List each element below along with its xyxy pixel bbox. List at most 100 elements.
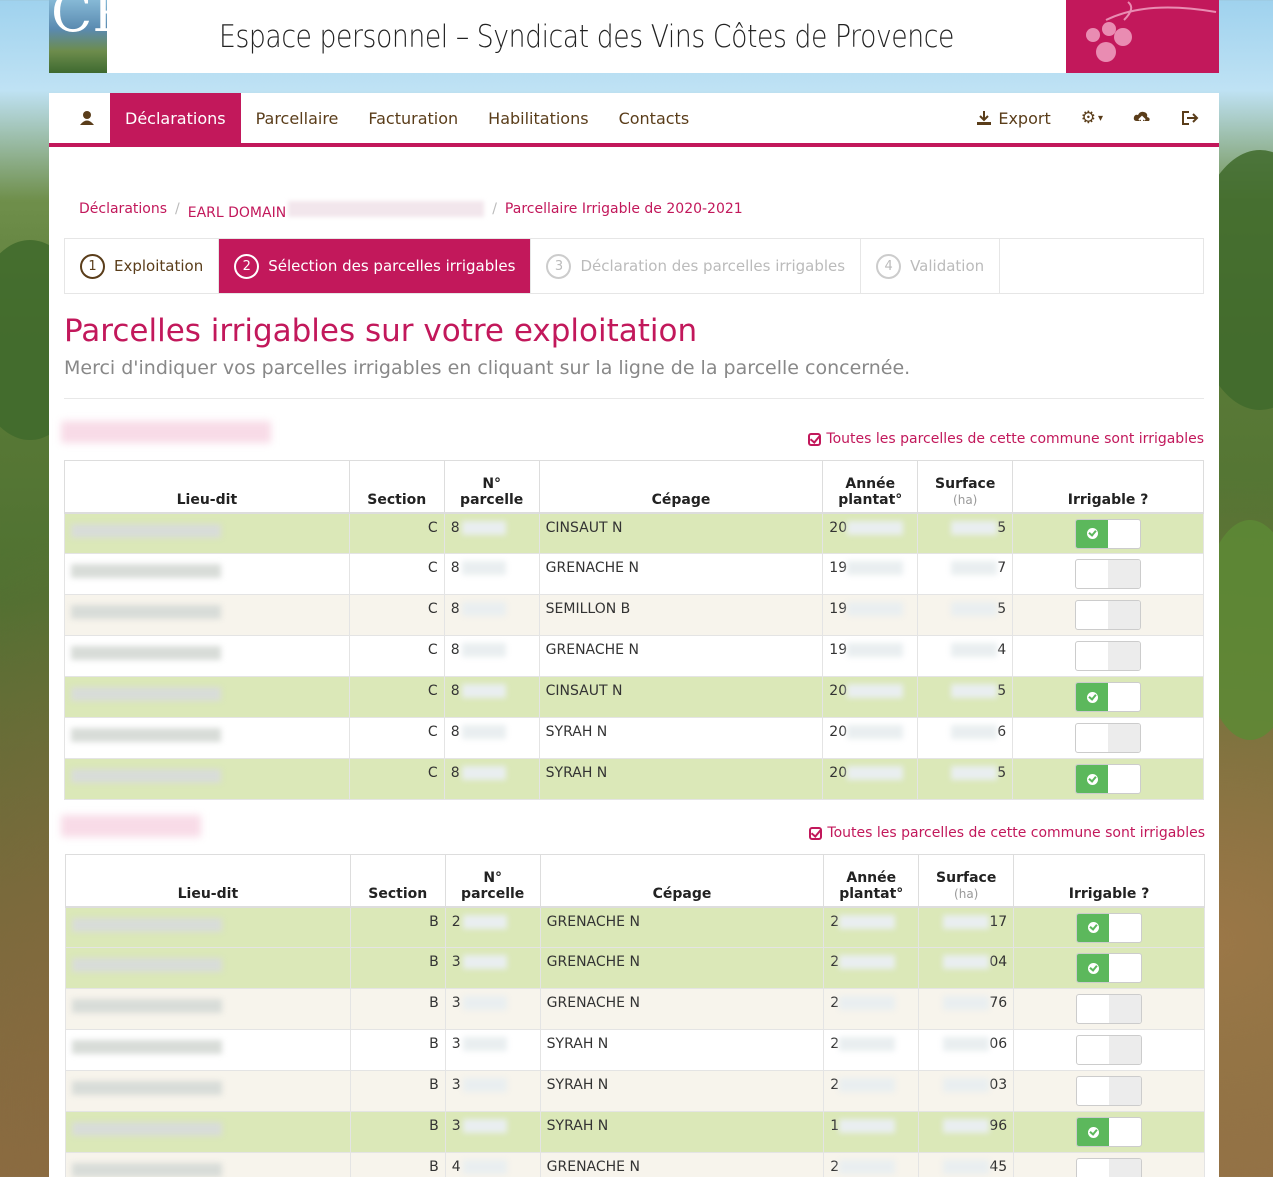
cell-parcelle: 8 bbox=[443, 553, 540, 595]
cell-cepage: CINSAUT N bbox=[538, 676, 824, 718]
cell-surface: 5 bbox=[917, 594, 1014, 636]
logout-button[interactable] bbox=[1166, 93, 1219, 143]
cell-irrigable bbox=[1013, 1111, 1205, 1153]
breadcrumb-current: Parcellaire Irrigable de 2020-2021 bbox=[504, 201, 743, 217]
site-logo[interactable]: CP bbox=[49, 0, 107, 73]
cell-section: B bbox=[349, 1070, 446, 1112]
cell-section: B bbox=[349, 1029, 446, 1071]
irrigable-toggle-on[interactable] bbox=[1075, 764, 1142, 794]
col-lieu-dit: Lieu-dit bbox=[65, 854, 351, 908]
col-section: Section bbox=[348, 460, 445, 514]
cell-irrigable bbox=[1012, 758, 1204, 800]
table-row[interactable]: B 3 SYRAH N 1 96 bbox=[65, 1111, 1205, 1153]
nav-declarations[interactable]: Déclarations bbox=[110, 93, 241, 143]
nav-profile[interactable] bbox=[64, 93, 110, 143]
cell-lieu-dit bbox=[65, 1029, 351, 1071]
irrigable-toggle-on[interactable] bbox=[1076, 953, 1143, 983]
cell-cepage: SYRAH N bbox=[539, 1070, 825, 1112]
cell-annee: 2 bbox=[823, 988, 920, 1030]
cell-section: C bbox=[348, 635, 445, 677]
cell-surface: 76 bbox=[918, 988, 1015, 1030]
table-row[interactable]: C 8 CINSAUT N 20 5 bbox=[64, 676, 1204, 718]
irrigable-toggle-off[interactable] bbox=[1076, 1035, 1143, 1065]
table-row[interactable]: B 4 GRENACHE N 2 45 bbox=[65, 1152, 1205, 1177]
upload-button[interactable] bbox=[1118, 93, 1166, 143]
irrigable-toggle-off[interactable] bbox=[1076, 1158, 1143, 1177]
cell-annee: 19 bbox=[822, 635, 919, 677]
cell-cepage: GRENACHE N bbox=[539, 988, 825, 1030]
step-declaration: 3 Déclaration des parcelles irrigables bbox=[531, 239, 862, 293]
caret-down-icon: ▾ bbox=[1097, 112, 1103, 124]
parcel-table: Lieu-dit Section N° parcelle Cépage Année pl… bbox=[64, 460, 1204, 800]
nav-facturation[interactable]: Facturation bbox=[353, 93, 473, 143]
cell-irrigable bbox=[1012, 676, 1204, 718]
cell-cepage: GRENACHE N bbox=[539, 947, 825, 989]
settings-dropdown[interactable]: ⚙ ▾ bbox=[1066, 93, 1118, 143]
col-cepage: Cépage bbox=[538, 460, 824, 514]
col-cepage: Cépage bbox=[539, 854, 825, 908]
check-icon bbox=[1087, 1126, 1099, 1138]
table-row[interactable]: B 2 GRENACHE N 2 17 bbox=[65, 906, 1205, 948]
table-row[interactable]: C 8 GRENACHE N 19 4 bbox=[64, 635, 1204, 677]
nav-parcellaire[interactable]: Parcellaire bbox=[241, 93, 354, 143]
checkbox-icon bbox=[809, 826, 823, 840]
breadcrumb-exploitation[interactable]: EARL DOMAIN bbox=[188, 201, 485, 221]
irrigable-toggle-off[interactable] bbox=[1075, 723, 1142, 753]
cell-cepage: SYRAH N bbox=[538, 758, 824, 800]
irrigable-toggle-off[interactable] bbox=[1075, 559, 1142, 589]
cell-cepage: SYRAH N bbox=[539, 1029, 825, 1071]
gear-icon: ⚙ bbox=[1080, 108, 1096, 128]
step-selection[interactable]: 2 Sélection des parcelles irrigables bbox=[219, 239, 532, 293]
col-lieu-dit: Lieu-dit bbox=[64, 460, 350, 514]
irrigable-toggle-off[interactable] bbox=[1076, 994, 1143, 1024]
cell-surface: 45 bbox=[918, 1152, 1015, 1177]
irrigable-toggle-on[interactable] bbox=[1076, 912, 1143, 943]
nav-contacts[interactable]: Contacts bbox=[604, 93, 705, 143]
export-button[interactable]: Export bbox=[961, 93, 1065, 143]
irrigable-toggle-on[interactable] bbox=[1075, 682, 1142, 712]
cell-lieu-dit bbox=[65, 1152, 351, 1177]
col-parcelle: N° parcelle bbox=[444, 854, 541, 908]
cell-parcelle: 3 bbox=[444, 1070, 541, 1112]
irrigable-toggle-off[interactable] bbox=[1075, 600, 1142, 630]
cell-surface: 17 bbox=[918, 906, 1015, 948]
wizard-steps: 1 Exploitation 2 Sélection des parcelles i… bbox=[64, 238, 1204, 294]
cell-irrigable bbox=[1012, 512, 1204, 554]
cell-cepage: SEMILLON B bbox=[538, 594, 824, 636]
cell-annee: 2 bbox=[823, 1070, 920, 1112]
cell-surface: 06 bbox=[918, 1029, 1015, 1071]
table-row[interactable]: C 8 CINSAUT N 20 5 bbox=[64, 512, 1204, 554]
table-row[interactable]: B 3 GRENACHE N 2 04 bbox=[65, 947, 1205, 989]
table-header-row: Lieu-dit Section N° parcelle Cépage Année pl… bbox=[64, 460, 1204, 514]
irrigable-toggle-off[interactable] bbox=[1076, 1076, 1143, 1106]
all-irrigable-link[interactable]: Toutes les parcelles de cette commune so… bbox=[809, 825, 1205, 841]
cell-lieu-dit bbox=[65, 947, 351, 989]
irrigable-toggle-on[interactable] bbox=[1076, 1117, 1143, 1147]
table-row[interactable]: B 3 GRENACHE N 2 76 bbox=[65, 988, 1205, 1030]
col-irrigable: Irrigable ? bbox=[1012, 460, 1204, 514]
breadcrumb-declarations[interactable]: Déclarations bbox=[79, 201, 167, 221]
table-row[interactable]: B 3 SYRAH N 2 06 bbox=[65, 1029, 1205, 1071]
table-row[interactable]: C 8 GRENACHE N 19 7 bbox=[64, 553, 1204, 595]
cell-surface: 04 bbox=[918, 947, 1015, 989]
table-row[interactable]: C 8 SEMILLON B 19 5 bbox=[64, 594, 1204, 636]
all-irrigable-link[interactable]: Toutes les parcelles de cette commune so… bbox=[808, 431, 1204, 447]
cell-annee: 1 bbox=[823, 1111, 920, 1153]
cell-annee: 2 bbox=[823, 906, 920, 948]
cell-parcelle: 8 bbox=[443, 758, 540, 800]
irrigable-toggle-off[interactable] bbox=[1075, 641, 1142, 671]
cell-surface: 5 bbox=[917, 676, 1014, 718]
cell-annee: 20 bbox=[822, 717, 919, 759]
table-row[interactable]: B 3 SYRAH N 2 03 bbox=[65, 1070, 1205, 1112]
irrigable-toggle-on[interactable] bbox=[1075, 518, 1142, 549]
commune-name-redacted bbox=[61, 815, 201, 837]
nav-habilitations[interactable]: Habilitations bbox=[473, 93, 603, 143]
step-exploitation[interactable]: 1 Exploitation bbox=[65, 239, 220, 293]
cell-parcelle: 8 bbox=[443, 594, 540, 636]
upload-icon bbox=[1133, 111, 1150, 125]
cell-section: C bbox=[348, 594, 445, 636]
cell-surface: 6 bbox=[917, 717, 1014, 759]
check-icon bbox=[1087, 922, 1099, 933]
table-row[interactable]: C 8 SYRAH N 20 5 bbox=[64, 758, 1204, 800]
table-row[interactable]: C 8 SYRAH N 20 6 bbox=[64, 717, 1204, 759]
